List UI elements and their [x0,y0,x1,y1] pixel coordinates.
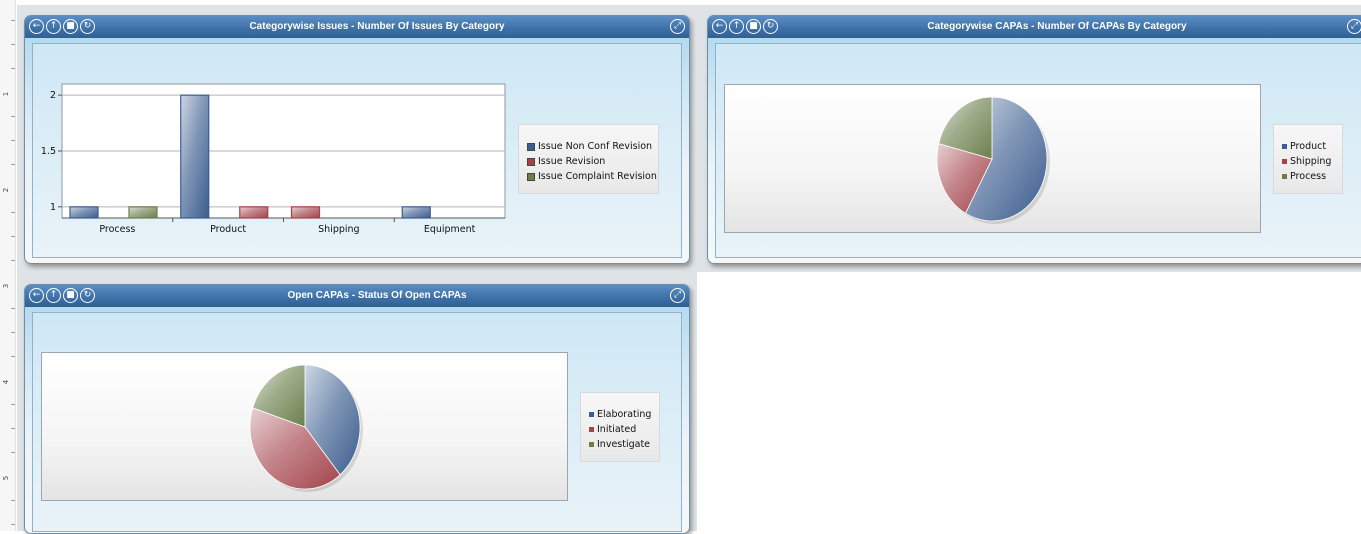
ruler-mark: 4 [2,379,11,385]
legend-item: Issue Non Conf Revision [527,141,652,152]
legend-swatch [1282,144,1287,149]
legend-swatch [589,442,594,447]
x-tick-label: Shipping [318,224,359,235]
capas-by-category-panel: ← ↑ ■ ↻ Categorywise CAPAs - Number Of C… [707,15,1361,264]
legend-label: Issue Revision [538,156,606,167]
bar[interactable] [239,206,269,219]
legend-swatch [1282,159,1287,164]
ruler-mark: 1 [2,91,11,97]
y-tick-label: 1.5 [41,146,56,157]
legend-item: Issue Complaint Revision [527,171,657,182]
ruler-mark: 5 [2,475,11,481]
legend-swatch [1282,174,1287,179]
legend-swatch [527,142,535,151]
legend-item: Issue Revision [527,156,605,167]
legend-item: Investigate [589,439,650,450]
legend-label: Issue Complaint Revision [538,171,657,182]
y-tick-label: 2 [50,90,56,101]
legend-swatch [527,172,535,181]
pie-chart [936,96,1050,224]
open-capas-status-panel: ← ↑ ■ ↻ Open CAPAs - Status Of Open CAPA… [24,284,690,534]
x-tick-label: Equipment [424,224,476,235]
y-tick-label: 1 [50,202,56,213]
issues-by-category-panel: ← ↑ ■ ↻ Categorywise Issues - Number Of … [24,15,690,264]
legend-swatch [589,412,594,417]
legend-label: Initiated [597,424,637,435]
bar[interactable] [180,94,210,219]
legend-label: Issue Non Conf Revision [538,141,653,152]
legend-item: Shipping [1282,156,1331,167]
x-tick-label: Process [99,224,135,235]
x-tick-label: Product [210,224,246,235]
chart-legend: Elaborating Initiated Investigate [580,392,660,462]
bar[interactable] [401,206,431,219]
legend-item: Product [1282,141,1326,152]
ruler-mark: 2 [2,187,11,193]
legend-item: Elaborating [589,409,651,420]
legend-swatch [527,157,535,166]
bar[interactable] [69,206,99,219]
vertical-ruler: 1 2 3 4 5 [0,0,16,531]
chart-legend: Issue Non Conf Revision Issue Revision I… [518,124,659,194]
legend-item: Initiated [589,424,636,435]
legend-label: Process [1290,171,1327,182]
ruler-mark: 3 [2,283,11,289]
legend-label: Shipping [1290,156,1332,167]
bar[interactable] [128,206,158,219]
legend-item: Process [1282,171,1326,182]
empty-area [697,272,1361,531]
bar[interactable] [290,206,321,219]
chart-legend: Product Shipping Process [1273,124,1343,194]
legend-label: Elaborating [597,409,652,420]
legend-swatch [589,427,594,432]
legend-label: Investigate [597,439,651,450]
legend-label: Product [1290,141,1327,152]
